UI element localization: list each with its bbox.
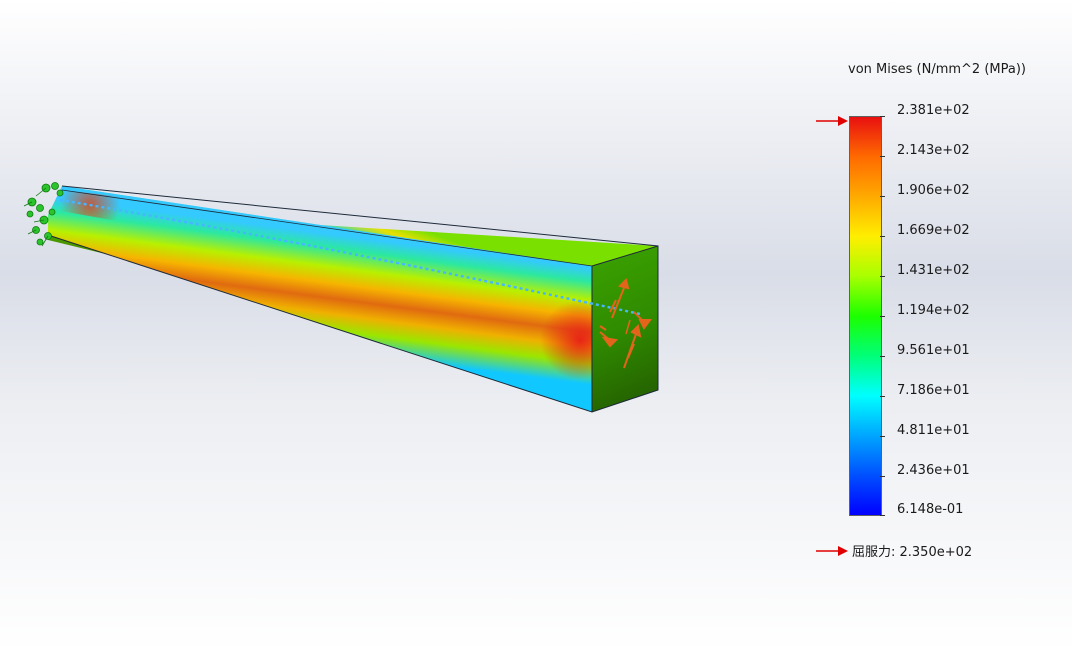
tick-label: 9.561e+01 <box>897 343 970 358</box>
tick-mark <box>880 515 885 516</box>
tick-label: 2.143e+02 <box>897 143 970 158</box>
tick-mark <box>880 196 885 197</box>
legend-title: von Mises (N/mm^2 (MPa)) <box>848 62 1026 77</box>
tick-label: 2.436e+01 <box>897 463 970 478</box>
tick-label: 1.431e+02 <box>897 263 970 278</box>
tick-label: 4.811e+01 <box>897 423 970 438</box>
graphics-viewport[interactable]: von Mises (N/mm^2 (MPa)) 2.381e+02 2.143… <box>0 0 1072 652</box>
tick-mark <box>880 156 885 157</box>
tick-mark <box>880 436 885 437</box>
max-value-red-arrow-icon <box>816 116 848 126</box>
tick-mark <box>880 476 885 477</box>
tick-label-min: 6.148e-01 <box>897 502 964 517</box>
stress-color-bar <box>849 116 882 516</box>
tick-label: 7.186e+01 <box>897 383 970 398</box>
yield-strength-row: 屈服力: 2.350e+02 <box>816 541 972 560</box>
yield-strength-label: 屈服力: 2.350e+02 <box>852 545 973 560</box>
tick-mark <box>880 276 885 277</box>
tick-mark <box>880 356 885 357</box>
color-bar-ticks <box>880 116 886 516</box>
tick-label-max: 2.381e+02 <box>897 103 970 118</box>
tick-mark <box>880 396 885 397</box>
tick-label: 1.906e+02 <box>897 183 970 198</box>
yield-red-arrow-icon <box>816 545 848 556</box>
tick-mark <box>880 316 885 317</box>
tick-label: 1.194e+02 <box>897 303 970 318</box>
beam-end-face <box>592 246 658 412</box>
tick-mark <box>880 236 885 237</box>
tick-mark <box>880 116 885 117</box>
tick-label: 1.669e+02 <box>897 223 970 238</box>
